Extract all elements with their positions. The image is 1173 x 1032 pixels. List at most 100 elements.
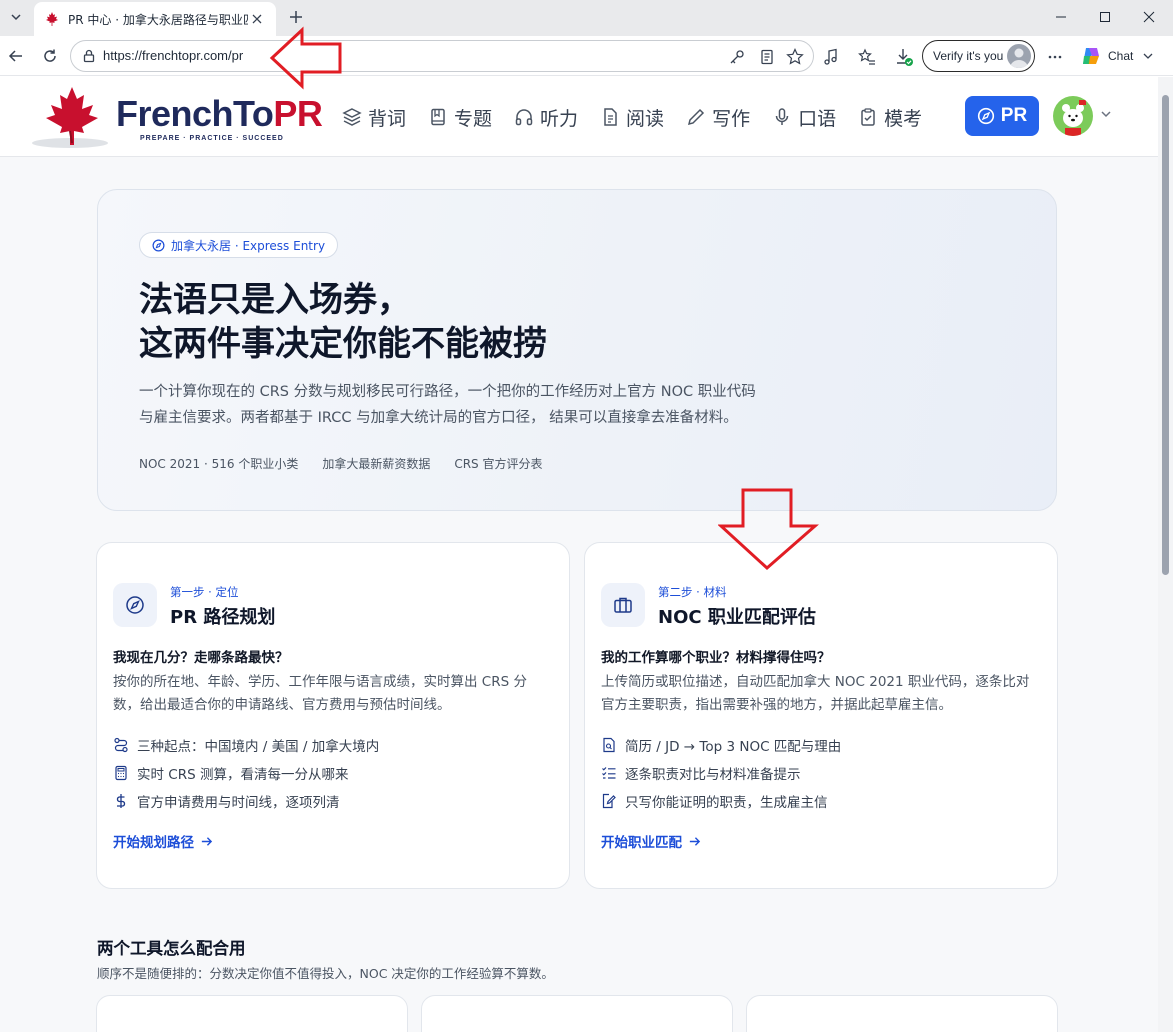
page-content: 加拿大永居 · Express Entry 法语只是入场券， 这两件事决定你能不… xyxy=(0,157,1158,1032)
card-feature-label: 逐条职责对比与材料准备提示 xyxy=(625,767,801,783)
nav-item-mock-exam[interactable]: 模考 xyxy=(858,99,922,135)
back-button[interactable] xyxy=(2,42,30,70)
page-scrollbar[interactable] xyxy=(1158,77,1173,1032)
microphone-icon xyxy=(775,108,789,125)
address-bar[interactable]: https://frenchtopr.com/pr xyxy=(70,40,814,72)
copilot-chat-button[interactable]: Chat xyxy=(1080,42,1153,70)
card-title: PR 路径规划 xyxy=(170,607,276,628)
hero-desc-line: 一个计算你现在的 CRS 分数与规划移民可行路径，一个把你的工作经历对上官方 N… xyxy=(139,384,756,400)
step-card xyxy=(421,995,733,1032)
logo-wordmark: FrenchToPR xyxy=(116,93,323,134)
card-step: 第二步 · 材料 xyxy=(658,585,727,599)
nav-label: 专题 xyxy=(454,107,493,130)
nav-label: 模考 xyxy=(884,107,923,130)
card-link-label: 开始规划路径 xyxy=(113,835,194,851)
browser-tabbar: PR 中心 · 加拿大永居路径与职业匹配 xyxy=(0,0,1173,36)
card-step: 第一步 · 定位 xyxy=(170,585,239,599)
browser-tab-active[interactable]: PR 中心 · 加拿大永居路径与职业匹配 xyxy=(34,2,276,36)
layers-icon xyxy=(342,108,362,126)
card-pr-path: 第一步 · 定位 PR 路径规划 我现在几分？走哪条路最快？ 按你的所在地、年龄… xyxy=(96,542,570,889)
compass-icon xyxy=(113,583,157,627)
close-icon xyxy=(1143,11,1155,23)
favorite-star-icon[interactable] xyxy=(785,47,805,67)
hero-title-line: 这两件事决定你能不能被捞 xyxy=(139,324,547,364)
close-window-button[interactable] xyxy=(1127,4,1171,30)
site-header: FrenchToPR PREPARE · PRACTICE · SUCCEED … xyxy=(0,77,1158,157)
card-link-label: 开始职业匹配 xyxy=(601,835,682,851)
card-feature-label: 实时 CRS 测算，看清每一分从哪来 xyxy=(137,767,349,783)
user-avatar[interactable] xyxy=(1053,96,1093,136)
pr-label: PR xyxy=(1000,105,1028,126)
nav-label: 听力 xyxy=(540,107,579,130)
logo-tagline: PREPARE · PRACTICE · SUCCEED xyxy=(140,135,284,142)
copilot-icon xyxy=(1083,48,1099,64)
reload-button[interactable] xyxy=(36,42,64,70)
nav-item-topics[interactable]: 专题 xyxy=(428,99,492,135)
compass-icon xyxy=(977,107,994,125)
file-edit-icon xyxy=(602,793,616,809)
hero-title: 法语只是入场券， 这两件事决定你能不能被捞 xyxy=(139,278,547,366)
reader-mode-icon[interactable] xyxy=(757,47,777,67)
maximize-button[interactable] xyxy=(1083,4,1127,30)
tab-list-button[interactable] xyxy=(4,5,28,29)
headphones-icon xyxy=(515,109,533,126)
card-feature: 三种起点：中国境内 / 美国 / 加拿大境内 xyxy=(113,735,379,755)
close-tab-icon[interactable] xyxy=(248,10,266,28)
arrow-right-icon xyxy=(689,836,701,846)
briefcase-icon xyxy=(601,583,645,627)
annotation-arrow-left-icon xyxy=(269,26,342,90)
hero-pill: 加拿大永居 · Express Entry xyxy=(139,232,339,258)
nav-item-reading[interactable]: 阅读 xyxy=(600,99,664,135)
nav-label: 阅读 xyxy=(626,107,665,130)
profile-avatar-icon xyxy=(1007,44,1031,68)
plus-icon xyxy=(290,11,302,23)
start-noc-match-link[interactable]: 开始职业匹配 xyxy=(601,831,701,851)
step-card xyxy=(96,995,408,1032)
card-description: 上传简历或职位描述，自动匹配加拿大 NOC 2021 职业代码，逐条比对官方主要… xyxy=(601,674,1030,713)
minimize-icon xyxy=(1056,16,1066,18)
nav-item-writing[interactable]: 写作 xyxy=(686,99,750,135)
hero-desc-line: 与雇主信要求。两者都基于 IRCC 与加拿大统计局的官方口径， 结果可以直接拿去… xyxy=(139,410,738,426)
nav-item-listening[interactable]: 听力 xyxy=(514,99,578,135)
chevron-down-icon[interactable] xyxy=(1100,108,1112,120)
downloads-icon[interactable] xyxy=(893,46,915,68)
step-card xyxy=(746,995,1058,1032)
nav-label: 写作 xyxy=(712,107,751,130)
key-icon[interactable] xyxy=(727,47,747,67)
site-info-icon[interactable] xyxy=(81,48,97,64)
card-feature-label: 三种起点：中国境内 / 美国 / 加拿大境内 xyxy=(137,739,380,755)
hero-pill-label: 加拿大永居 · Express Entry xyxy=(171,238,326,253)
minimize-button[interactable] xyxy=(1039,4,1083,30)
arrow-right-icon xyxy=(201,836,213,846)
main-nav: 背词 专题 听力 阅读 写作 口语 模考 xyxy=(342,99,944,135)
bear-avatar-icon xyxy=(1062,100,1086,136)
card-feature-label: 简历 / JD → Top 3 NOC 匹配与理由 xyxy=(625,739,842,755)
dollar-icon xyxy=(116,794,126,808)
compass-icon xyxy=(152,239,165,251)
pencil-icon xyxy=(688,108,705,126)
section-title: 两个工具怎么配合用 xyxy=(97,939,246,958)
scrollbar-thumb[interactable] xyxy=(1162,95,1169,575)
url-text[interactable]: https://frenchtopr.com/pr xyxy=(103,48,243,63)
nav-item-speaking[interactable]: 口语 xyxy=(772,99,836,135)
site-logo[interactable]: FrenchToPR PREPARE · PRACTICE · SUCCEED xyxy=(30,81,323,153)
card-feature-label: 官方申请费用与时间线，逐项列清 xyxy=(137,795,340,811)
nav-item-vocab[interactable]: 背词 xyxy=(342,99,406,135)
media-control-icon[interactable] xyxy=(820,46,842,68)
verify-label: Verify it's you xyxy=(933,49,1004,63)
start-path-planning-link[interactable]: 开始规划路径 xyxy=(113,831,213,851)
more-options-icon[interactable] xyxy=(1044,46,1066,68)
nav-pr-button[interactable]: PR xyxy=(965,96,1039,136)
card-title: NOC 职业匹配评估 xyxy=(658,607,816,628)
chevron-down-icon xyxy=(1143,53,1153,59)
chevron-down-icon xyxy=(11,14,21,21)
profile-verify-button[interactable]: Verify it's you xyxy=(922,40,1035,72)
favorites-icon[interactable] xyxy=(856,46,878,68)
hero-description: 一个计算你现在的 CRS 分数与规划移民可行路径，一个把你的工作经历对上官方 N… xyxy=(139,379,839,431)
card-feature: 实时 CRS 测算，看清每一分从哪来 xyxy=(113,763,348,783)
card-question: 我的工作算哪个职业？材料撑得住吗？ xyxy=(601,650,831,666)
calculator-icon xyxy=(115,765,127,781)
clipboard-icon xyxy=(861,108,875,126)
card-feature: 简历 / JD → Top 3 NOC 匹配与理由 xyxy=(601,735,841,755)
chat-label: Chat xyxy=(1108,49,1134,63)
